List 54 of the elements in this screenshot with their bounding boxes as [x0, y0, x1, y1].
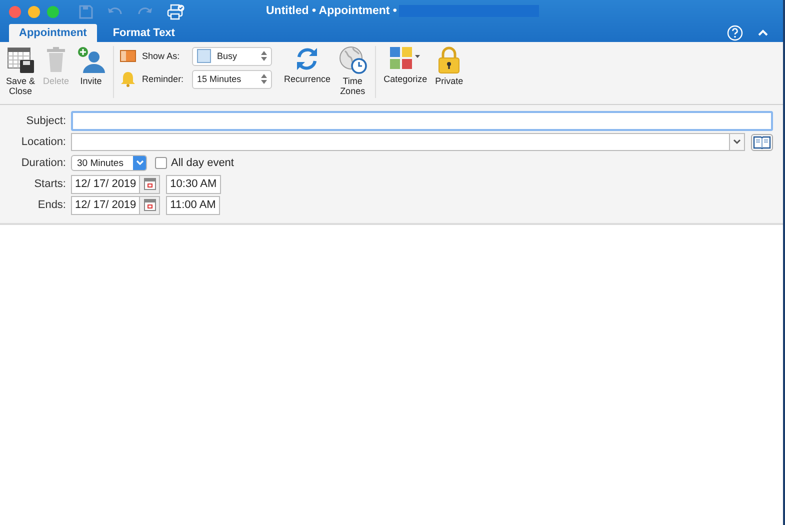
calendar-icon	[144, 178, 156, 190]
stepper-icon	[261, 51, 268, 61]
categorize-button[interactable]: Categorize	[382, 46, 430, 86]
date-field[interactable]: 12/ 17/ 2019	[71, 196, 160, 214]
invite-button[interactable]: Invite	[75, 46, 108, 96]
status-swatch-icon	[197, 49, 212, 63]
timezones-button[interactable]: Time Zones	[336, 46, 369, 96]
time-field[interactable]: 10:30 AM	[166, 174, 221, 194]
stepper-icon	[261, 74, 268, 84]
reminder-dropdown[interactable]: 15 Minutes	[192, 70, 272, 88]
window-title: Untitled • Appointment •	[266, 5, 397, 17]
ribbon-tab[interactable]: Format Text	[102, 24, 185, 42]
close-button[interactable]	[9, 6, 21, 18]
duration-label: Duration:	[20, 157, 66, 169]
trash-icon	[45, 46, 68, 74]
location-label: Location:	[20, 136, 66, 148]
chevron-down-icon	[136, 160, 144, 166]
ribbon-tab[interactable]: Appointment	[9, 24, 97, 42]
add-person-icon	[77, 46, 106, 74]
all-day-label: All day event	[171, 157, 234, 169]
location-field[interactable]	[71, 133, 730, 151]
calendar-icon	[144, 199, 156, 211]
all-day-checkbox[interactable]	[155, 157, 167, 169]
printer-icon[interactable]	[167, 4, 185, 20]
private-button[interactable]: Private	[433, 46, 466, 86]
globe-clock-icon	[338, 46, 367, 74]
time-field[interactable]: 11:00 AM	[166, 196, 220, 214]
collapse-ribbon-icon[interactable]	[757, 28, 769, 38]
recurrence-button[interactable]: Recurrence	[282, 46, 333, 96]
save-button[interactable]: Save & Close	[4, 46, 38, 96]
save-icon[interactable]	[79, 5, 93, 19]
category-squares-icon	[389, 46, 422, 72]
show-as-dropdown[interactable]: Busy	[192, 46, 272, 66]
padlock-icon	[438, 46, 460, 74]
book-icon	[753, 136, 771, 148]
calendar-button[interactable]	[139, 196, 160, 214]
subject-field[interactable]	[71, 111, 773, 131]
minimize-button[interactable]	[28, 6, 40, 18]
calendar-button[interactable]	[139, 176, 160, 192]
location-dropdown-button[interactable]	[730, 133, 745, 151]
calendar-save-icon	[6, 46, 35, 74]
help-icon[interactable]	[727, 25, 743, 41]
reminder-label: Reminder:	[142, 74, 185, 84]
ends-label: Ends:	[36, 199, 66, 211]
show-as-icon	[120, 50, 136, 62]
bell-icon	[120, 71, 136, 87]
duration-dropdown[interactable]: 30 Minutes	[71, 155, 147, 171]
show-as-label: Show As:	[142, 51, 181, 61]
date-field[interactable]: 12/ 17/ 2019	[71, 174, 160, 194]
address-book-button[interactable]	[751, 134, 773, 150]
zoom-button[interactable]	[47, 6, 59, 18]
starts-label: Starts:	[33, 178, 66, 190]
chevron-down-icon	[732, 138, 742, 146]
subject-label: Subject:	[25, 115, 66, 127]
